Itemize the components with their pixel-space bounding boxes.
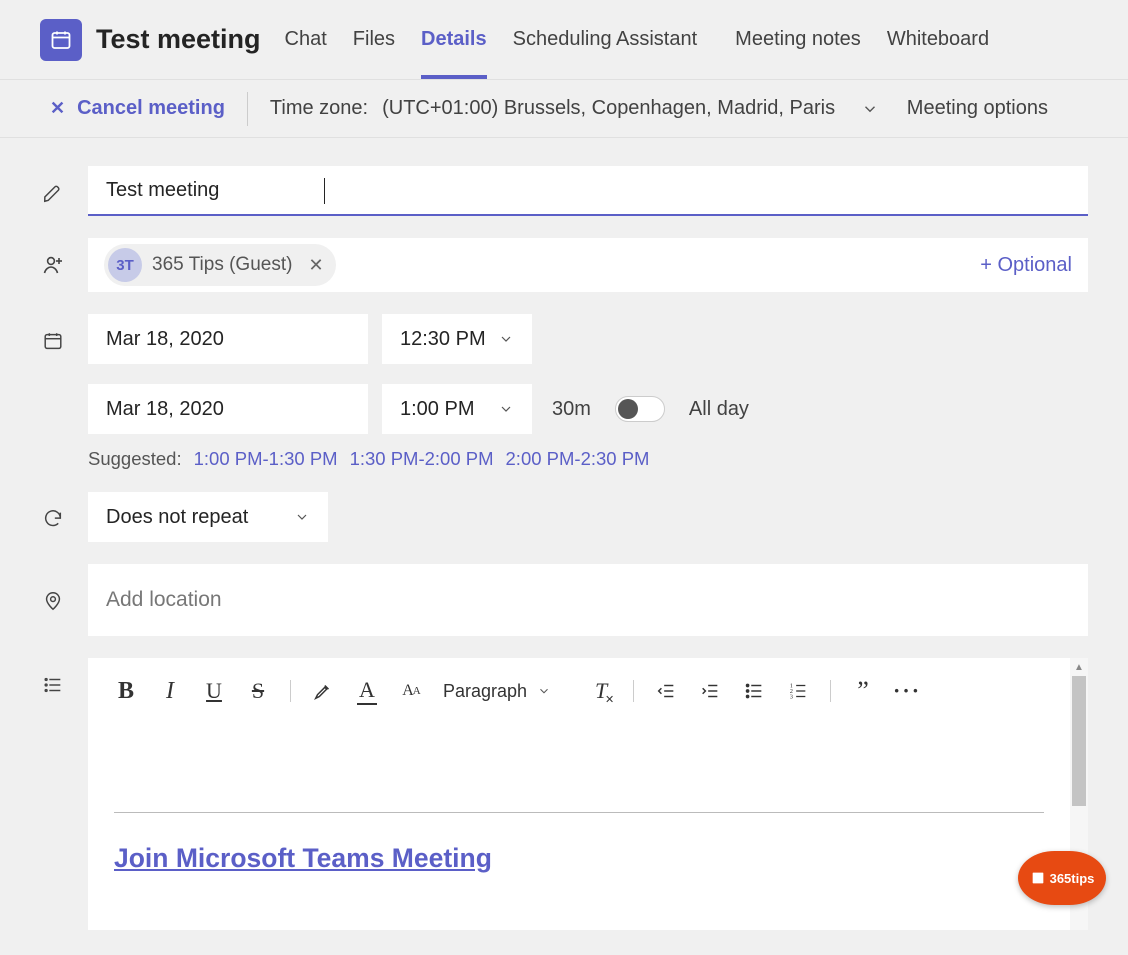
tab-details[interactable]: Details bbox=[421, 0, 487, 79]
tab-chat[interactable]: Chat bbox=[285, 0, 327, 79]
meeting-options-button[interactable]: Meeting options bbox=[907, 97, 1088, 120]
tab-list: Chat Files Details Scheduling Assistant … bbox=[285, 0, 990, 79]
clear-formatting-button[interactable]: T✕ bbox=[581, 671, 621, 711]
remove-attendee-icon[interactable]: ✕ bbox=[308, 255, 323, 276]
join-teams-meeting-link[interactable]: Join Microsoft Teams Meeting bbox=[114, 843, 492, 874]
end-time-value: 1:00 PM bbox=[400, 398, 474, 421]
tab-whiteboard[interactable]: Whiteboard bbox=[887, 0, 989, 79]
attendee-chip: 3T 365 Tips (Guest) ✕ bbox=[104, 244, 336, 286]
chevron-down-icon bbox=[294, 509, 310, 525]
start-time-value: 12:30 PM bbox=[400, 328, 486, 351]
suggested-times: Suggested: 1:00 PM-1:30 PM 1:30 PM-2:00 … bbox=[88, 448, 1088, 470]
toggle-knob bbox=[618, 399, 638, 419]
cancel-meeting-button[interactable]: ✕ Cancel meeting bbox=[50, 92, 248, 126]
cancel-meeting-label: Cancel meeting bbox=[77, 97, 225, 120]
timezone-label: Time zone: bbox=[270, 97, 368, 120]
editor-toolbar: B I U S A AA Paragraph bbox=[88, 658, 1070, 724]
indent-button[interactable] bbox=[690, 671, 730, 711]
calendar-app-icon bbox=[40, 19, 82, 61]
paragraph-style-label: Paragraph bbox=[443, 681, 527, 702]
toolbar-separator bbox=[633, 680, 634, 702]
text-caret bbox=[324, 178, 325, 204]
add-person-icon bbox=[40, 252, 66, 278]
more-options-button[interactable]: ··· bbox=[887, 671, 927, 711]
description-editor: B I U S A AA Paragraph bbox=[88, 658, 1088, 930]
location-row bbox=[40, 564, 1088, 636]
list-icon bbox=[40, 672, 66, 698]
bulleted-list-button[interactable] bbox=[734, 671, 774, 711]
tab-scheduling-assistant[interactable]: Scheduling Assistant bbox=[513, 0, 698, 79]
avatar: 3T bbox=[108, 248, 142, 282]
horizontal-rule bbox=[114, 812, 1044, 813]
timezone-value: (UTC+01:00) Brussels, Copenhagen, Madrid… bbox=[382, 97, 835, 120]
attendees-input[interactable]: 3T 365 Tips (Guest) ✕ + Optional bbox=[88, 238, 1088, 292]
scroll-thumb[interactable] bbox=[1072, 676, 1086, 806]
recurrence-value: Does not repeat bbox=[106, 506, 248, 529]
timezone-selector[interactable]: Time zone: (UTC+01:00) Brussels, Copenha… bbox=[270, 97, 879, 120]
font-size-button[interactable]: AA bbox=[391, 671, 431, 711]
close-icon: ✕ bbox=[50, 98, 65, 119]
action-bar: ✕ Cancel meeting Time zone: (UTC+01:00) … bbox=[0, 80, 1128, 138]
font-color-button[interactable]: A bbox=[347, 671, 387, 711]
suggested-slot[interactable]: 1:30 PM-2:00 PM bbox=[350, 448, 494, 470]
underline-button[interactable]: U bbox=[194, 671, 234, 711]
brand-badge-label: 365tips bbox=[1050, 871, 1095, 886]
end-date-field[interactable]: Mar 18, 2020 bbox=[88, 384, 368, 434]
chevron-down-icon bbox=[537, 684, 551, 698]
tab-files[interactable]: Files bbox=[353, 0, 395, 79]
editor-body[interactable]: Join Microsoft Teams Meeting bbox=[88, 724, 1070, 930]
quote-button[interactable]: ” bbox=[843, 671, 883, 711]
title-row bbox=[40, 166, 1088, 216]
bold-button[interactable]: B bbox=[106, 671, 146, 711]
pencil-icon bbox=[40, 180, 66, 206]
location-icon bbox=[40, 588, 66, 614]
attendee-name: 365 Tips (Guest) bbox=[152, 254, 292, 276]
toolbar-separator bbox=[830, 680, 831, 702]
calendar-icon bbox=[40, 328, 66, 354]
description-row: B I U S A AA Paragraph bbox=[40, 658, 1088, 930]
chevron-down-icon bbox=[861, 100, 879, 118]
meeting-title-input[interactable] bbox=[88, 166, 1088, 216]
outdent-button[interactable] bbox=[646, 671, 686, 711]
highlight-button[interactable] bbox=[303, 671, 343, 711]
recurrence-row: Does not repeat bbox=[40, 492, 1088, 542]
italic-button[interactable]: I bbox=[150, 671, 190, 711]
allday-label: All day bbox=[689, 398, 749, 421]
chevron-down-icon bbox=[498, 401, 514, 417]
end-time-field[interactable]: 1:00 PM bbox=[382, 384, 532, 434]
allday-toggle[interactable] bbox=[615, 396, 665, 422]
suggested-slot[interactable]: 2:00 PM-2:30 PM bbox=[506, 448, 650, 470]
suggested-label: Suggested: bbox=[88, 448, 182, 470]
scroll-up-arrow-icon[interactable]: ▲ bbox=[1070, 658, 1088, 676]
page-title: Test meeting bbox=[96, 24, 261, 55]
chevron-down-icon bbox=[498, 331, 514, 347]
svg-text:3: 3 bbox=[790, 693, 793, 700]
brand-badge[interactable]: 365tips bbox=[1018, 851, 1106, 905]
datetime-row: Mar 18, 2020 12:30 PM Mar 18, 2020 1:00 … bbox=[40, 314, 1088, 470]
start-date-field[interactable]: Mar 18, 2020 bbox=[88, 314, 368, 364]
strikethrough-button[interactable]: S bbox=[238, 671, 278, 711]
attendees-row: 3T 365 Tips (Guest) ✕ + Optional bbox=[40, 238, 1088, 292]
location-input[interactable] bbox=[88, 564, 1088, 636]
toolbar-separator bbox=[290, 680, 291, 702]
duration-label: 30m bbox=[552, 398, 591, 421]
recurrence-select[interactable]: Does not repeat bbox=[88, 492, 328, 542]
tab-meeting-notes[interactable]: Meeting notes bbox=[735, 0, 861, 79]
top-header: Test meeting Chat Files Details Scheduli… bbox=[0, 0, 1128, 80]
add-optional-button[interactable]: + Optional bbox=[980, 254, 1072, 277]
repeat-icon bbox=[40, 506, 66, 532]
paragraph-style-select[interactable]: Paragraph bbox=[435, 681, 559, 702]
suggested-slot[interactable]: 1:00 PM-1:30 PM bbox=[194, 448, 338, 470]
meeting-form: 3T 365 Tips (Guest) ✕ + Optional Mar 18,… bbox=[0, 138, 1128, 930]
start-time-field[interactable]: 12:30 PM bbox=[382, 314, 532, 364]
numbered-list-button[interactable]: 123 bbox=[778, 671, 818, 711]
